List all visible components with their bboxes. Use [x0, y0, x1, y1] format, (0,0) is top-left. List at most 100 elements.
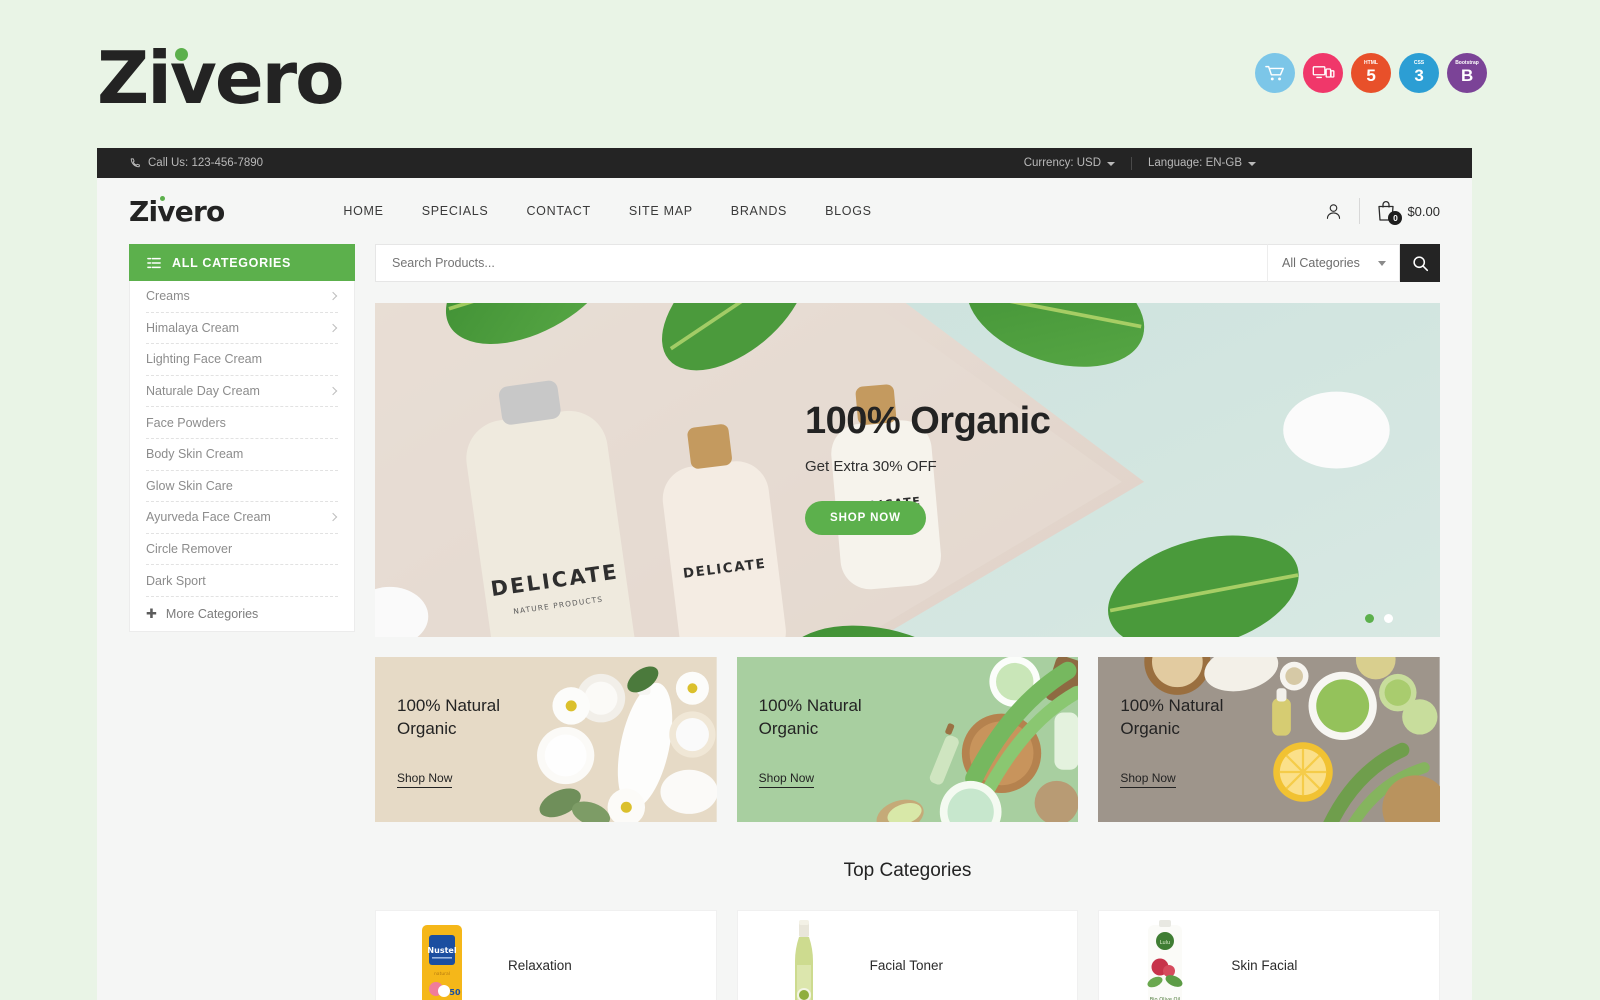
promo-title-line1: 100% Natural — [1120, 696, 1224, 715]
toner-bottle-icon — [794, 920, 813, 1000]
list-icon — [147, 257, 161, 268]
svg-text:Nustel: Nustel — [427, 946, 456, 955]
promo-banner-2[interactable]: 100% Natural Organic Shop Now — [736, 657, 1079, 822]
promo-text-1: 100% Natural Organic — [397, 695, 500, 741]
category-item-circle-remover[interactable]: Circle Remover — [146, 534, 338, 566]
chevron-right-icon — [328, 513, 338, 522]
cart-total-text: $0.00 — [1407, 203, 1440, 219]
content-area: ALL CATEGORIES Creams Himalaya Cream Lig… — [97, 244, 1472, 1000]
search-button[interactable] — [1400, 244, 1440, 282]
top-category-image-2 — [738, 911, 870, 1000]
category-item-naturale-day-cream[interactable]: Naturale Day Cream — [146, 376, 338, 408]
nav-item-home[interactable]: HOME — [324, 204, 402, 218]
brand-logo[interactable]: Zivero — [97, 42, 345, 114]
svg-text:Lulu: Lulu — [1160, 940, 1170, 946]
brand-logo-text: Zivero — [97, 36, 345, 120]
account-button[interactable] — [1308, 202, 1359, 221]
top-category-card-facial-toner[interactable]: Facial Toner — [736, 910, 1079, 1000]
category-label: Glow Skin Care — [146, 478, 233, 493]
topbar: Call Us: 123-456-7890 Currency: USD Lang… — [97, 148, 1472, 178]
promo-title-line1: 100% Natural — [758, 696, 862, 715]
category-label: Creams — [146, 289, 190, 304]
cream-tube-icon: Lulu Bio Olive Oil — [1147, 920, 1183, 1000]
category-item-ayurveda-face-cream[interactable]: Ayurveda Face Cream — [146, 502, 338, 534]
top-category-card-relaxation[interactable]: Nustel natural 50 Relaxation — [375, 910, 717, 1000]
promo-shop-now-1[interactable]: Shop Now — [397, 771, 453, 788]
search-category-label: All Categories — [1282, 256, 1360, 270]
category-label: Circle Remover — [146, 542, 233, 557]
phone-block[interactable]: Call Us: 123-456-7890 — [129, 157, 263, 169]
promo-title-line2: Organic — [1120, 718, 1180, 738]
hero-carousel[interactable]: DELICATE NATURE PRODUCTS DELICATE 100% O… — [375, 303, 1440, 637]
search-input[interactable] — [392, 256, 1251, 270]
opencart-badge[interactable] — [1255, 53, 1295, 93]
nav-item-specials[interactable]: SPECIALS — [403, 204, 508, 218]
more-categories-button[interactable]: ✚ More Categories — [146, 597, 338, 631]
top-categories-row: Nustel natural 50 Relaxation Facial Tone… — [375, 910, 1441, 1000]
category-label: Naturale Day Cream — [146, 384, 260, 399]
bootstrap-badge[interactable]: Bootstrap B — [1447, 53, 1487, 93]
carousel-dots — [1365, 614, 1393, 623]
responsive-badge[interactable] — [1303, 53, 1343, 93]
carousel-dot-1[interactable] — [1365, 614, 1374, 623]
svg-text:50: 50 — [449, 988, 461, 997]
chevron-right-icon — [328, 292, 338, 301]
category-item-dark-sport[interactable]: Dark Sport — [146, 565, 338, 597]
top-category-label-2: Facial Toner — [869, 957, 943, 973]
top-category-label-1: Relaxation — [508, 957, 572, 973]
chevron-down-icon — [1107, 161, 1116, 166]
promo-banner-1[interactable]: 100% Natural Organic Shop Now — [375, 657, 717, 822]
html5-badge[interactable]: HTML 5 — [1351, 53, 1391, 93]
nav-item-site-map[interactable]: SITE MAP — [610, 204, 712, 218]
category-item-creams[interactable]: Creams — [146, 281, 338, 313]
category-item-body-skin-cream[interactable]: Body Skin Cream — [146, 439, 338, 471]
plus-icon: ✚ — [146, 606, 157, 622]
logo-dot-icon — [160, 195, 165, 201]
css3-badge[interactable]: CSS 3 — [1399, 53, 1439, 93]
category-item-himalaya-cream[interactable]: Himalaya Cream — [146, 313, 338, 345]
chevron-right-icon — [328, 386, 338, 396]
cart-count-badge: 0 — [1388, 211, 1403, 225]
css3-badge-version: 3 — [1414, 65, 1424, 85]
language-dropdown[interactable]: Language: EN-GB — [1132, 157, 1272, 169]
promo-shop-now-3[interactable]: Shop Now — [1120, 771, 1176, 788]
top-category-card-skin-facial[interactable]: Lulu Bio Olive Oil Skin Facial — [1098, 910, 1441, 1000]
carousel-dot-2[interactable] — [1384, 614, 1393, 623]
header-actions: 0 $0.00 — [1308, 178, 1440, 244]
all-categories-label: ALL CATEGORIES — [172, 255, 292, 270]
category-item-glow-skin-care[interactable]: Glow Skin Care — [146, 471, 338, 503]
category-item-lighting-face-cream[interactable]: Lighting Face Cream — [146, 344, 338, 376]
site-preview: Call Us: 123-456-7890 Currency: USD Lang… — [97, 148, 1472, 1000]
hero-subtitle: Get Extra 30% OFF — [805, 457, 937, 475]
page-root: Zivero HTML 5 CSS 3 Bootstrap B Call Us:… — [0, 0, 1600, 1000]
promo-shop-now-2[interactable]: Shop Now — [758, 771, 815, 788]
currency-dropdown[interactable]: Currency: USD — [1008, 157, 1131, 169]
category-label: Ayurveda Face Cream — [146, 510, 271, 525]
html5-badge-version: 5 — [1366, 65, 1376, 85]
promo-title-line1: 100% Natural — [397, 696, 501, 715]
category-label: Himalaya Cream — [146, 320, 240, 335]
cart-button[interactable]: 0 $0.00 — [1360, 199, 1440, 225]
tech-badges: HTML 5 CSS 3 Bootstrap B — [1255, 53, 1487, 93]
category-item-face-powders[interactable]: Face Powders — [146, 407, 338, 439]
outer-header: Zivero HTML 5 CSS 3 Bootstrap B — [0, 0, 1600, 148]
nav-item-brands[interactable]: BRANDS — [712, 204, 806, 218]
nav-item-contact[interactable]: CONTACT — [507, 204, 609, 218]
top-category-label-3: Skin Facial — [1231, 957, 1298, 973]
category-label: Lighting Face Cream — [146, 352, 263, 367]
all-categories-header[interactable]: ALL CATEGORIES — [129, 244, 355, 281]
category-label: Face Powders — [146, 415, 226, 430]
search-category-select[interactable]: All Categories — [1267, 244, 1400, 282]
promo-text-3: 100% Natural Organic — [1120, 695, 1223, 741]
promo-banner-3[interactable]: 100% Natural Organic Shop Now — [1098, 657, 1441, 822]
bootstrap-badge-letter: B — [1460, 65, 1474, 85]
logo-dot-icon — [175, 48, 188, 61]
search-bar: All Categories — [375, 244, 1440, 282]
more-categories-label: More Categories — [165, 606, 259, 621]
nav-item-blogs[interactable]: BLOGS — [806, 204, 891, 218]
language-label: Language: EN-GB — [1148, 157, 1242, 169]
header-logo[interactable]: Zivero — [129, 195, 225, 228]
search-input-wrap[interactable] — [375, 244, 1267, 282]
category-label: Body Skin Cream — [146, 447, 244, 462]
hero-shop-now-button[interactable]: SHOP NOW — [805, 500, 926, 535]
